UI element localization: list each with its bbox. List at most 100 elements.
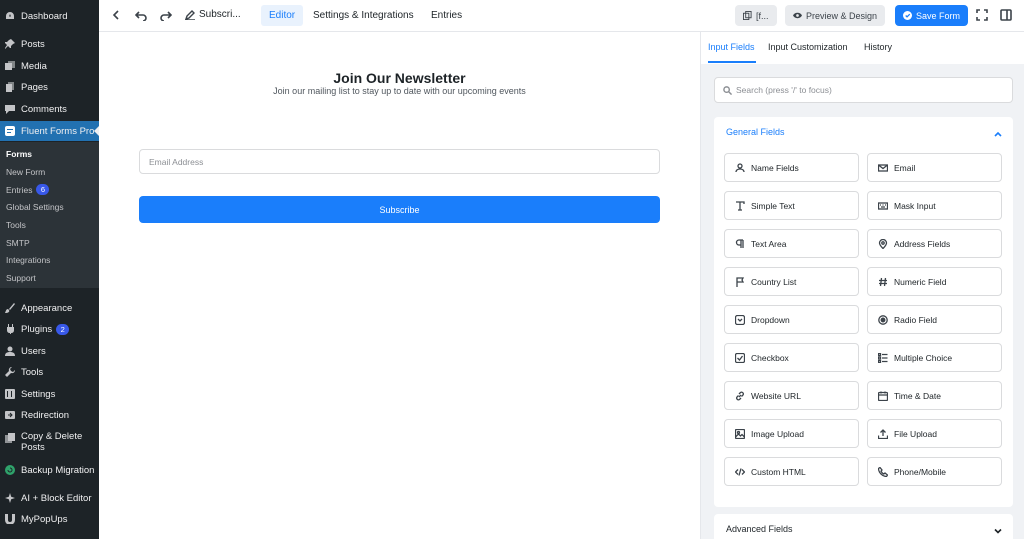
field-label: Address Fields (894, 238, 951, 249)
search-input[interactable] (736, 85, 1006, 95)
sidebar-item-pages[interactable]: Pages (0, 77, 99, 97)
field-multiple-choice[interactable]: Multiple Choice (867, 343, 1002, 372)
undo-icon[interactable] (134, 8, 148, 22)
tab-input-fields[interactable]: Input Fields (708, 42, 755, 52)
submenu-item-entries[interactable]: Entries 6 (6, 184, 50, 195)
sidebar-toggle-icon[interactable] (999, 8, 1013, 22)
field-simple-text[interactable]: Simple Text (724, 191, 859, 220)
field-label: Mask Input (894, 200, 936, 211)
preview-design-button[interactable]: Preview & Design (785, 5, 886, 26)
submenu-item-smtp[interactable]: SMTP (6, 238, 30, 248)
chevron-up-icon[interactable] (993, 126, 1003, 137)
field-image-upload[interactable]: Image Upload (724, 419, 859, 448)
submenu-item-label: Entries (6, 184, 33, 195)
sidebar-item-backup-migration[interactable]: Backup Migration (0, 460, 99, 480)
submenu-item-support[interactable]: Support (6, 273, 36, 283)
submenu-item-tools[interactable]: Tools (6, 220, 26, 230)
sidebar-item-ai-block-editor[interactable]: AI + Block Editor (0, 488, 99, 508)
sidebar-item-tools[interactable]: Tools (0, 362, 99, 382)
shortcode-label: [f... (756, 10, 769, 21)
sidebar-item-users[interactable]: Users (0, 341, 99, 361)
sidebar-item-posts[interactable]: Posts (0, 34, 99, 54)
subscribe-button[interactable]: Subscribe (139, 196, 660, 223)
sidebar-item-fluent-forms[interactable]: Fluent Forms Pro (0, 121, 99, 141)
field-country-list[interactable]: Country List (724, 267, 859, 296)
field-search[interactable] (714, 77, 1013, 103)
fullscreen-icon[interactable] (975, 8, 989, 22)
sidebar-item-label: Appearance (21, 302, 73, 314)
submenu-item-global-settings[interactable]: Global Settings (6, 202, 64, 212)
sidebar-item-dashboard[interactable]: Dashboard (0, 6, 99, 26)
field-label: Time & Date (894, 390, 941, 401)
field-label: Custom HTML (751, 466, 806, 477)
comment-icon (5, 104, 15, 114)
general-fields-title[interactable]: General Fields (726, 127, 785, 137)
advanced-fields-section[interactable]: Advanced Fields (714, 514, 1013, 539)
field-label: Radio Field (894, 314, 937, 325)
sidebar-item-settings[interactable]: Settings (0, 384, 99, 404)
save-form-button[interactable]: Save Form (895, 5, 969, 26)
field-file-upload[interactable]: File Upload (867, 419, 1002, 448)
submenu-item-forms[interactable]: Forms (6, 149, 32, 159)
field-radio-field[interactable]: Radio Field (867, 305, 1002, 334)
fields-panel: Input Fields Input Customization History… (700, 32, 1024, 539)
redo-icon[interactable] (159, 8, 173, 22)
sidebar-item-media[interactable]: Media (0, 56, 99, 76)
back-chevron-icon[interactable] (109, 8, 123, 22)
submenu-item-integrations[interactable]: Integrations (6, 255, 50, 265)
chevron-down-icon[interactable] (993, 523, 1003, 534)
wrench-icon (5, 367, 15, 377)
form-heading: Join Our Newsletter (333, 70, 466, 86)
email-field[interactable] (139, 149, 660, 174)
settings-icon (5, 389, 15, 399)
tab-settings-integrations[interactable]: Settings & Integrations (305, 5, 422, 26)
sidebar-item-plugins[interactable]: Plugins 2 (0, 319, 99, 339)
sidebar-item-label: MyPopUps (21, 513, 68, 525)
keyboard-icon (878, 201, 888, 211)
preview-design-label: Preview & Design (806, 10, 878, 21)
sidebar-item-copy-delete-posts[interactable]: Copy & Delete Posts (0, 431, 99, 457)
form-title[interactable]: Subscri... (185, 9, 241, 20)
tab-input-customization[interactable]: Input Customization (768, 42, 848, 52)
pages-icon (5, 82, 15, 92)
tab-entries[interactable]: Entries (423, 5, 470, 26)
field-time-date[interactable]: Time & Date (867, 381, 1002, 410)
users-icon (5, 346, 15, 356)
tab-editor[interactable]: Editor (261, 5, 304, 26)
redirect-icon (5, 410, 15, 420)
field-website-url[interactable]: Website URL (724, 381, 859, 410)
pin-icon (5, 39, 15, 49)
eye-icon (793, 12, 802, 19)
advanced-fields-title[interactable]: Advanced Fields (726, 524, 793, 534)
field-email[interactable]: Email (867, 153, 1002, 182)
popup-icon (5, 514, 15, 524)
plugin-icon (5, 324, 15, 334)
sidebar-item-label: Pages (21, 81, 48, 93)
paintbrush-icon (5, 303, 15, 313)
field-numeric-field[interactable]: Numeric Field (867, 267, 1002, 296)
field-label: Country List (751, 276, 797, 287)
sidebar-item-redirection[interactable]: Redirection (0, 405, 99, 425)
field-name-fields[interactable]: Name Fields (724, 153, 859, 182)
code-icon (735, 467, 745, 477)
submenu-item-new-form[interactable]: New Form (6, 167, 45, 177)
field-dropdown[interactable]: Dropdown (724, 305, 859, 334)
tab-history[interactable]: History (864, 42, 892, 52)
field-text-area[interactable]: Text Area (724, 229, 859, 258)
sidebar-item-label: Settings (21, 388, 56, 400)
sidebar-item-label: AI + Block Editor (21, 492, 92, 504)
field-phone-mobile[interactable]: Phone/Mobile (867, 457, 1002, 486)
field-checkbox[interactable]: Checkbox (724, 343, 859, 372)
field-mask-input[interactable]: Mask Input (867, 191, 1002, 220)
sidebar-item-label: Posts (21, 38, 45, 50)
upload-icon (878, 428, 888, 439)
field-label: Checkbox (751, 352, 789, 363)
sidebar-item-mypopups[interactable]: MyPopUps (0, 509, 99, 529)
sidebar-item-appearance[interactable]: Appearance (0, 298, 99, 318)
shortcode-button[interactable]: [f... (735, 5, 777, 26)
field-custom-html[interactable]: Custom HTML (724, 457, 859, 486)
fluent-forms-submenu: Forms New Form Entries 6 Global Settings… (0, 142, 99, 288)
field-address-fields[interactable]: Address Fields (867, 229, 1002, 258)
form-canvas: Join Our Newsletter Join our mailing lis… (99, 32, 700, 539)
sidebar-item-comments[interactable]: Comments (0, 99, 99, 119)
